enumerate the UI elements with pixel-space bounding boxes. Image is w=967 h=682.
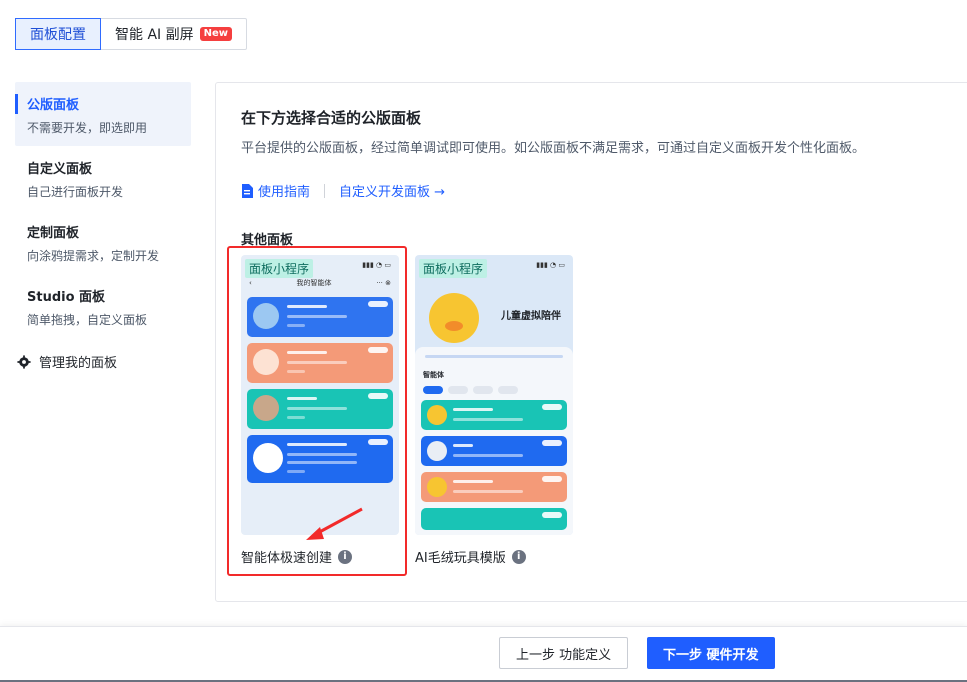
avatar [253, 443, 283, 473]
sidebar-item-title: Studio 面板 [27, 290, 106, 305]
more-icon: ··· ⊗ [376, 279, 391, 287]
agent-card [421, 436, 567, 466]
main-panel: 在下方选择合适的公版面板 平台提供的公版面板，经过简单调试即可使用。如公版面板不… [215, 82, 967, 602]
panel-card-name: 智能体极速创建 i [241, 547, 399, 566]
avatar [253, 395, 279, 421]
prev-step-button[interactable]: 上一步 功能定义 [499, 637, 629, 669]
avatar [427, 477, 447, 497]
sidebar-item-desc: 简单拖拽，自定义面板 [27, 313, 148, 327]
sidebar-item-tailored-panel[interactable]: 定制面板 向涂鸦提需求，定制开发 [15, 210, 191, 274]
sidebar-item-title: 定制面板 [27, 226, 80, 241]
top-tabs: 面板配置 智能 AI 副屏 New [15, 18, 247, 50]
agent-card [247, 435, 393, 483]
duck-mascot [429, 293, 479, 343]
avatar [427, 405, 447, 425]
document-icon [242, 183, 253, 198]
section-label: 其他面板 [241, 233, 294, 248]
sidebar-item-public-panel[interactable]: 公版面板 不需要开发，即选即用 [15, 82, 191, 146]
agent-card [247, 389, 393, 429]
avatar [253, 349, 279, 375]
info-icon[interactable]: i [511, 549, 526, 564]
panel-preview-image[interactable]: 面板小程序 ▮▮▮ ◔ ▭ 儿童虚拟陪伴 智能体 [415, 255, 573, 535]
tab-panel-config[interactable]: 面板配置 [15, 18, 101, 50]
toy-title: 儿童虚拟陪伴 [501, 311, 561, 322]
sidebar-item-desc: 向涂鸦提需求，定制开发 [27, 249, 160, 263]
panel-card-title: 智能体极速创建 [241, 551, 333, 566]
sidebar-item-desc: 自己进行面板开发 [27, 185, 124, 199]
panel-preview-image[interactable]: 面板小程序 ▮▮▮ ◔ ▭ ‹ 我的智能体 ··· ⊗ [241, 255, 399, 535]
custom-dev-link[interactable]: 自定义开发面板 → [339, 181, 445, 200]
next-step-button[interactable]: 下一步 硬件开发 [647, 637, 775, 669]
page-title: 在下方选择合适的公版面板 [241, 109, 422, 127]
new-badge: New [199, 27, 232, 41]
sidebar-item-studio-panel[interactable]: Studio 面板 简单拖拽，自定义面板 [15, 274, 191, 338]
guide-link-label: 使用指南 [258, 185, 311, 200]
footer-bar: 上一步 功能定义 下一步 硬件开发 [0, 626, 967, 682]
phone-title: 我的智能体 [296, 279, 332, 287]
manage-panels-link[interactable]: 管理我的面板 [15, 338, 191, 385]
divider [324, 183, 326, 198]
tab-ai-screen[interactable]: 智能 AI 副屏 New [101, 19, 246, 49]
back-icon: ‹ [249, 279, 252, 287]
duck-beak [445, 321, 463, 331]
agent-card [421, 508, 567, 530]
agent-card [421, 400, 567, 430]
mini-program-tag: 面板小程序 [245, 259, 314, 278]
avatar [427, 441, 447, 461]
sidebar-item-desc: 不需要开发，即选即用 [27, 121, 148, 135]
panel-card-ai-plush-toy[interactable]: 面板小程序 ▮▮▮ ◔ ▭ 儿童虚拟陪伴 智能体 AI毛绒玩具模版 i [415, 255, 573, 566]
guide-link[interactable]: 使用指南 [241, 181, 310, 200]
agent-list-panel: 智能体 [415, 347, 573, 535]
avatar [253, 303, 279, 329]
info-icon[interactable]: i [338, 549, 353, 564]
sidebar: 公版面板 不需要开发，即选即用 自定义面板 自己进行面板开发 定制面板 向涂鸦提… [15, 82, 191, 385]
sidebar-item-custom-panel[interactable]: 自定义面板 自己进行面板开发 [15, 146, 191, 210]
agent-section-label: 智能体 [423, 371, 444, 379]
panel-card-name: AI毛绒玩具模版 i [415, 547, 573, 566]
page-description: 平台提供的公版面板，经过简单调试即可使用。如公版面板不满足需求，可通过自定义面板… [241, 141, 866, 156]
agent-card [247, 297, 393, 337]
tab-ai-screen-label: 智能 AI 副屏 [115, 27, 194, 43]
links-row: 使用指南 自定义开发面板 → [241, 181, 445, 200]
mini-program-tag: 面板小程序 [419, 259, 488, 278]
manage-panels-label: 管理我的面板 [39, 356, 118, 371]
custom-dev-link-label: 自定义开发面板 → [339, 185, 446, 200]
agent-card [247, 343, 393, 383]
agent-card [421, 472, 567, 502]
sidebar-item-title: 公版面板 [27, 98, 80, 113]
panel-card-title: AI毛绒玩具模版 [415, 551, 506, 566]
panel-card-agent-quick-create[interactable]: 面板小程序 ▮▮▮ ◔ ▭ ‹ 我的智能体 ··· ⊗ 智能体极速创建 i [241, 255, 399, 566]
sidebar-item-title: 自定义面板 [27, 162, 93, 177]
tab-panel-config-label: 面板配置 [30, 27, 86, 43]
gear-icon [17, 354, 31, 369]
